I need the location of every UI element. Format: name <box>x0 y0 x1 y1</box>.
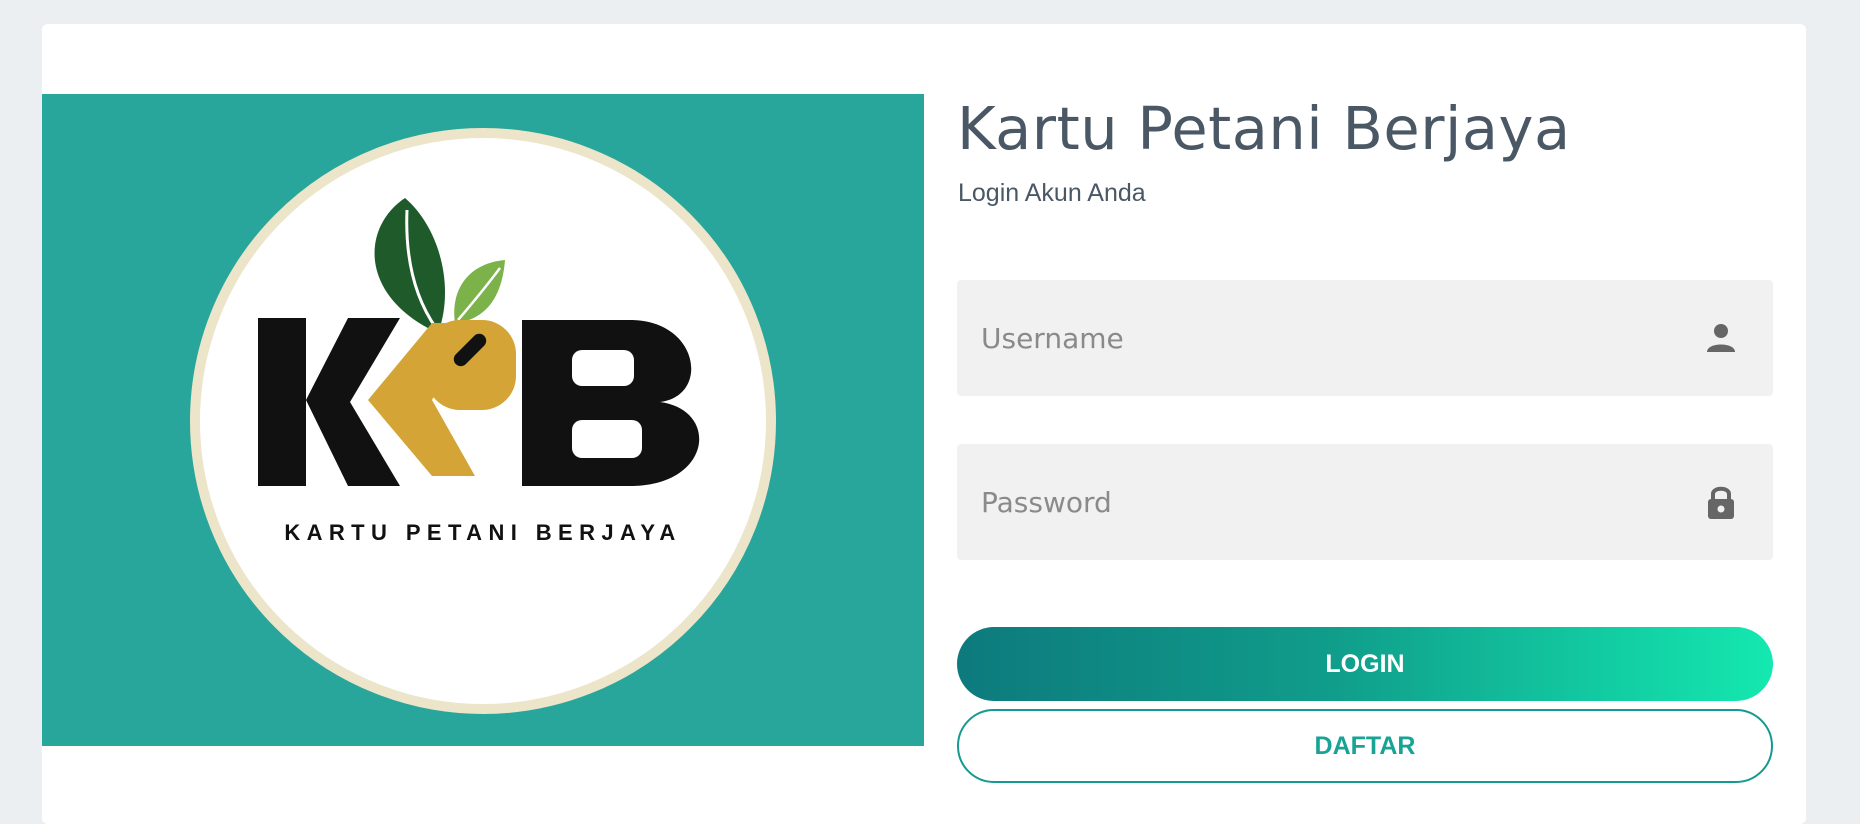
user-icon <box>1707 324 1735 352</box>
username-field <box>957 280 1773 396</box>
login-subtitle: Login Akun Anda <box>958 179 1146 207</box>
register-button[interactable]: DAFTAR <box>957 709 1773 783</box>
password-field <box>957 444 1773 560</box>
login-card: KARTU PETANI BERJAYA Kartu Petani Berjay… <box>42 24 1806 824</box>
app-title: Kartu Petani Berjaya <box>957 94 1571 163</box>
logo-banner: KARTU PETANI BERJAYA <box>42 94 924 746</box>
login-button[interactable]: LOGIN <box>957 627 1773 701</box>
lock-icon <box>1708 486 1734 519</box>
username-input[interactable] <box>957 280 1773 396</box>
password-input[interactable] <box>957 444 1773 560</box>
logo-caption: KARTU PETANI BERJAYA <box>284 520 682 545</box>
kpb-logo <box>258 198 700 486</box>
logo-badge: KARTU PETANI BERJAYA <box>190 128 776 714</box>
